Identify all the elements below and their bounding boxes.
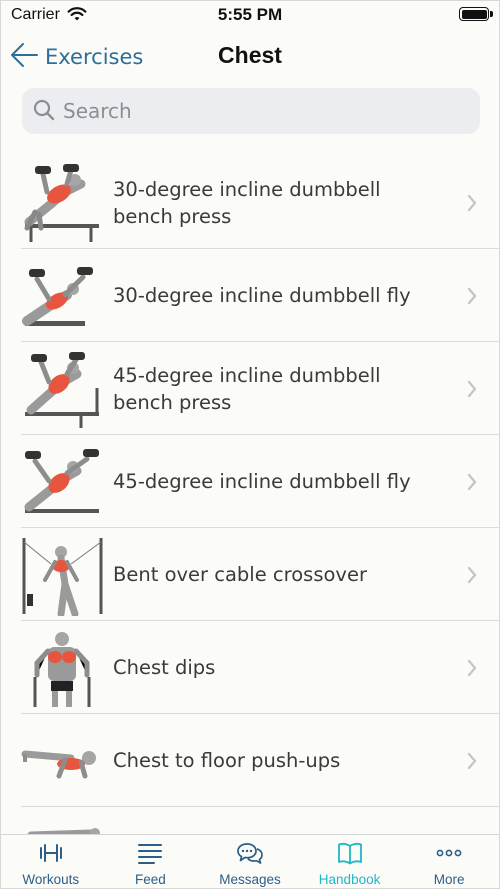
chevron-right-icon [467,194,477,216]
dumbbell-icon [37,841,65,869]
tab-bar: Workouts Feed Messages Handbook More [1,834,499,888]
page-title: Chest [218,42,282,68]
book-icon [336,841,364,869]
exercise-name: Bent over cable crossover [113,563,367,586]
app-screen: Carrier 5:55 PM Exercises Chest Search 3… [0,0,500,889]
exercise-name: Chest dips [113,656,216,679]
search-input[interactable] [63,99,443,123]
list-item[interactable]: Chest to floor push-ups [1,714,499,807]
exercise-thumbnail-image [24,163,99,242]
tab-label: More [433,872,465,887]
chevron-right-icon [467,473,477,495]
chevron-right-icon [467,287,477,309]
navigation-bar: Exercises Chest [1,29,499,85]
tab-label: Workouts [22,872,80,887]
exercise-name: 30-degree incline dumbbell bench press [113,177,381,228]
tab-label: Feed [135,872,166,887]
status-bar: Carrier 5:55 PM [1,1,499,29]
exercise-thumbnail-image [22,266,93,326]
search-icon [33,99,55,125]
list-item[interactable]: 45-degree incline dumbbell fly [1,435,499,528]
list-item[interactable]: 30-degree incline dumbbell fly [1,249,499,342]
tab-label: Handbook [318,872,381,887]
tab-messages[interactable]: Messages [200,835,300,888]
more-icon [435,841,463,869]
tab-handbook[interactable]: Handbook [300,835,400,888]
messages-icon [236,841,264,869]
tab-more[interactable]: More [399,835,499,888]
feed-icon [136,841,164,869]
exercise-list: 30-degree incline dumbbell bench press 3… [1,156,499,888]
chevron-right-icon [467,380,477,402]
tab-label: Messages [219,872,281,887]
clock: 5:55 PM [217,5,283,24]
chevron-right-icon [467,752,477,774]
exercise-thumbnail-image [24,448,99,513]
exercise-thumbnail-image [25,351,99,428]
list-item[interactable]: Chest dips [1,621,499,714]
tab-workouts[interactable]: Workouts [1,835,101,888]
exercise-name: Chest to floor push-ups [113,749,341,772]
search-bar[interactable] [22,88,480,134]
battery-icon [459,7,493,21]
exercise-thumbnail-image [21,750,96,778]
list-item[interactable]: 30-degree incline dumbbell bench press [1,156,499,249]
tab-feed[interactable]: Feed [101,835,201,888]
exercise-thumbnail-image [22,537,103,616]
list-item[interactable]: Bent over cable crossover [1,528,499,621]
exercise-name: 30-degree incline dumbbell fly [113,284,411,307]
chevron-right-icon [467,659,477,681]
exercise-name: 45-degree incline dumbbell bench press [113,363,381,414]
exercise-name: 45-degree incline dumbbell fly [113,470,411,493]
list-item[interactable]: 45-degree incline dumbbell bench press [1,342,499,435]
chevron-right-icon [467,566,477,588]
exercise-thumbnail-image [33,631,91,707]
